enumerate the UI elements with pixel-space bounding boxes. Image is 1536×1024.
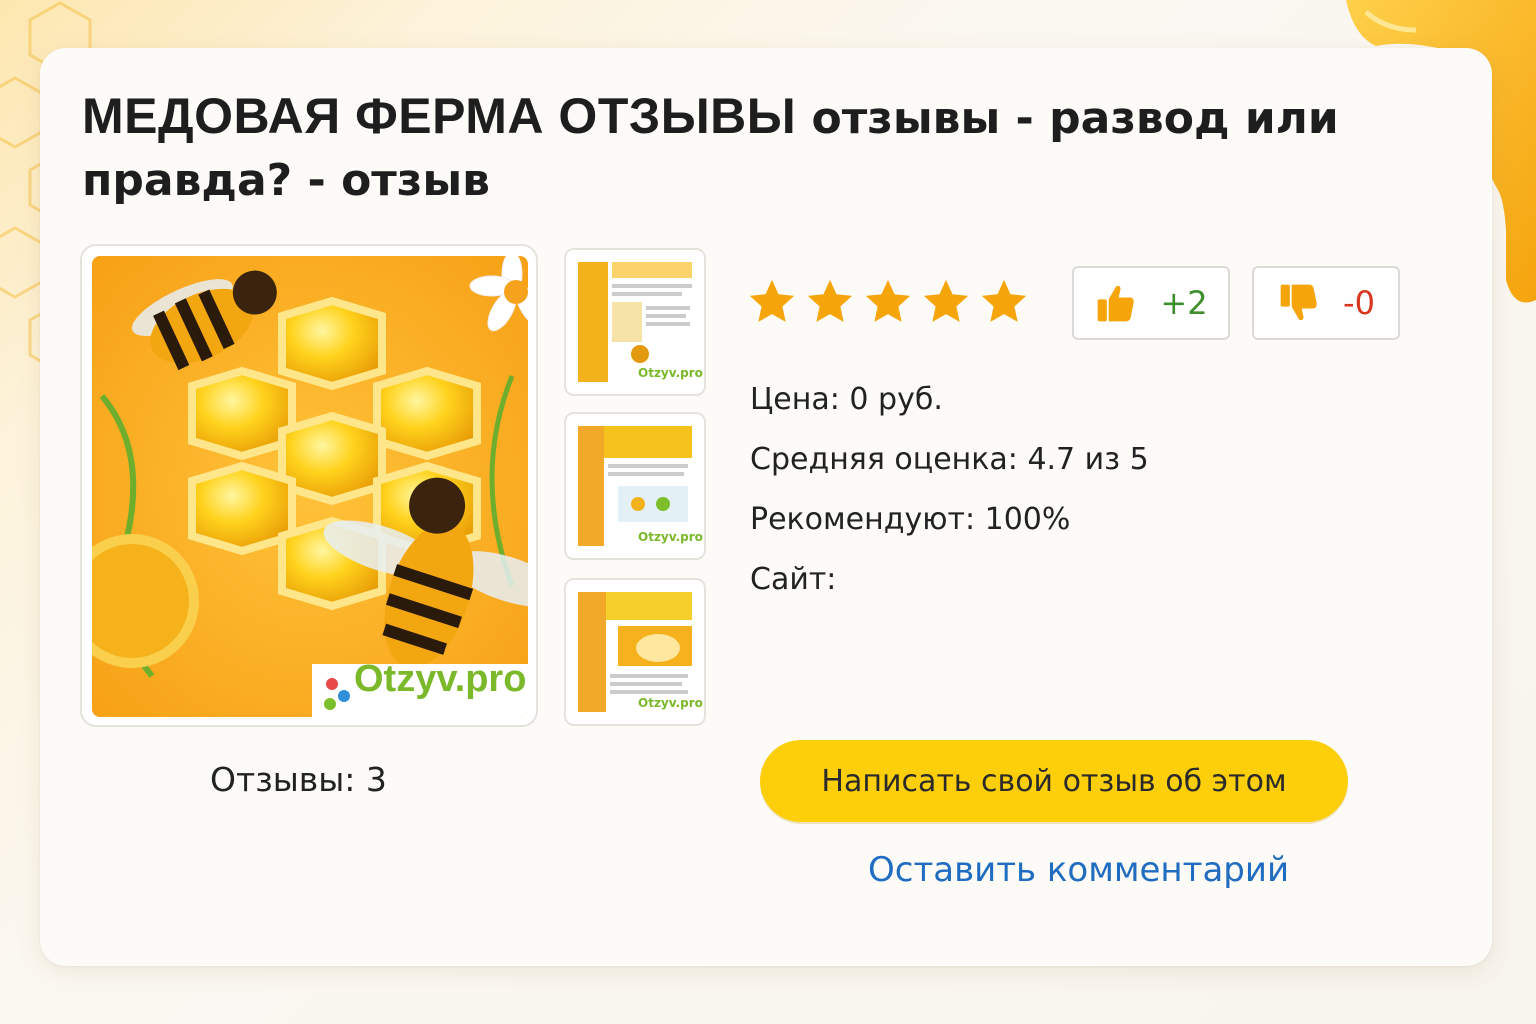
star-icon: [923, 279, 969, 322]
site-row: Сайт:: [750, 562, 836, 597]
site-label: Сайт:: [750, 562, 837, 597]
thumbnail-2-image: [578, 426, 692, 546]
thumbnail-3-image: [578, 592, 692, 712]
price-row: Цена: 0 руб.: [750, 382, 943, 417]
honey-bees-illustration: [92, 256, 528, 717]
thumbnail-2[interactable]: Otzyv.pro: [564, 412, 706, 560]
thumbnail-3-watermark: Otzyv.pro: [638, 696, 703, 710]
page-title-main: МЕДОВАЯ ФЕРМА ОТЗЫВЫ: [82, 88, 797, 144]
page-title: МЕДОВАЯ ФЕРМА ОТЗЫВЫ отзывы - развод или…: [82, 86, 1342, 211]
thumbs-down-icon: [1280, 284, 1317, 321]
thumbnail-3[interactable]: Otzyv.pro: [564, 578, 706, 726]
thumbnail-1-watermark: Otzyv.pro: [638, 366, 703, 380]
recommend-label: Рекомендуют:: [750, 502, 976, 537]
write-review-button[interactable]: Написать свой отзыв об этом: [760, 740, 1348, 822]
average-rating-label: Средняя оценка:: [750, 442, 1018, 477]
average-rating-value: 4.7 из 5: [1027, 442, 1149, 477]
thumbs-up-icon: [1098, 285, 1135, 322]
star-icon: [981, 279, 1027, 322]
recommend-row: Рекомендуют: 100%: [750, 502, 1070, 537]
review-card: МЕДОВАЯ ФЕРМА ОТЗЫВЫ отзывы - развод или…: [40, 48, 1492, 966]
dislikes-count: -0: [1343, 284, 1375, 322]
recommend-value: 100%: [984, 502, 1071, 537]
dislike-button[interactable]: -0: [1252, 266, 1400, 340]
star-icon: [865, 279, 911, 322]
main-image-watermark: Otzyv.pro: [354, 658, 527, 700]
star-icon: [749, 279, 795, 322]
thumbnail-1[interactable]: Otzyv.pro: [564, 248, 706, 396]
thumbnail-1-image: [578, 262, 692, 382]
price-label: Цена:: [750, 382, 840, 417]
main-product-image[interactable]: Otzyv.pro: [80, 244, 538, 727]
average-rating-row: Средняя оценка: 4.7 из 5: [750, 442, 1149, 477]
leave-comment-link[interactable]: Оставить комментарий: [868, 850, 1289, 890]
likes-count: +2: [1160, 284, 1208, 322]
star-icon: [807, 279, 853, 322]
price-value: 0 руб.: [849, 382, 943, 417]
reviews-count[interactable]: Отзывы: 3: [210, 760, 387, 799]
thumbnail-2-watermark: Otzyv.pro: [638, 530, 703, 544]
rating-stars: [746, 276, 1030, 328]
like-button[interactable]: +2: [1072, 266, 1230, 340]
